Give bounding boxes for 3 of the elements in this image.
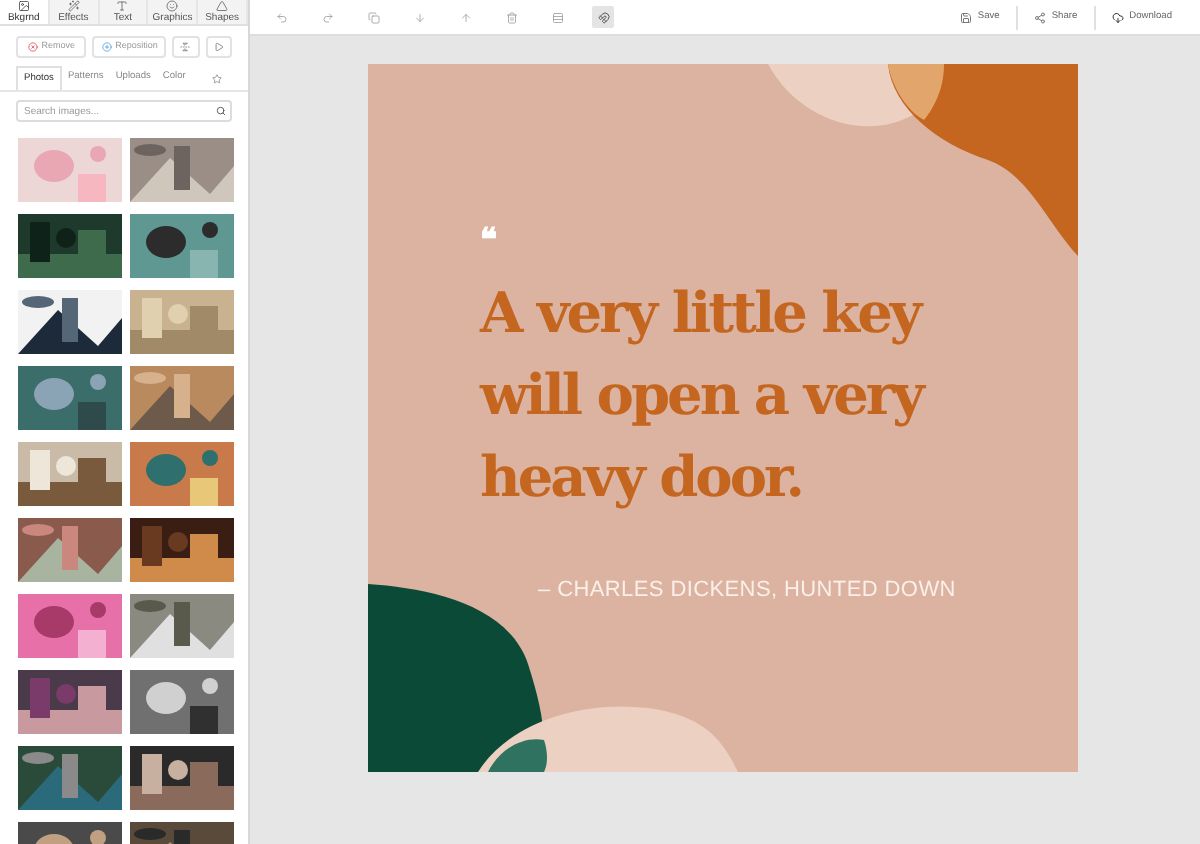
quote-mark: ❝: [480, 224, 498, 256]
quote-text: A very little key will open a very heavy door.: [480, 278, 927, 514]
quote-author: – CHARLES DICKENS, HUNTED DOWN: [538, 576, 956, 606]
